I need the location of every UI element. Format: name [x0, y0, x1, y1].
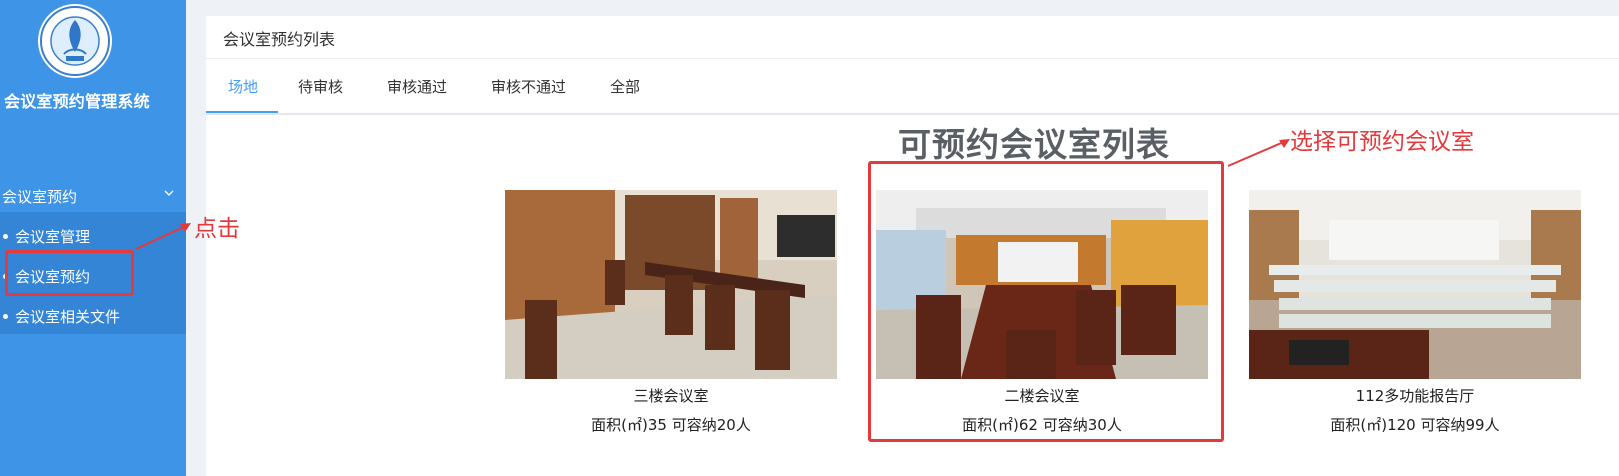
room-card[interactable]: 112多功能报告厅 面积(㎡)120 可容纳99人 — [1249, 190, 1581, 435]
bullet-icon — [3, 314, 8, 319]
tab-all[interactable]: 全部 — [610, 59, 640, 115]
room-meta: 面积(㎡)35 可容纳20人 — [591, 416, 751, 434]
room-name: 112多功能报告厅 — [1355, 387, 1475, 405]
tab-bar: 场地 待审核 审核通过 审核不通过 全部 — [206, 59, 1619, 115]
system-title: 会议室预约管理系统 — [4, 92, 150, 111]
tab-rejected[interactable]: 审核不通过 — [491, 59, 566, 115]
room-photo[interactable] — [1249, 190, 1581, 379]
tab-venue[interactable]: 场地 — [228, 59, 258, 115]
annotation-highlight-room — [868, 161, 1224, 442]
room-meta: 面积(㎡)120 可容纳99人 — [1330, 416, 1500, 434]
list-heading: 可预约会议室列表 — [898, 125, 1170, 164]
annotation-highlight-sidebar — [5, 250, 134, 296]
annotation-select-note: 选择可预约会议室 — [1290, 129, 1474, 155]
room-card[interactable]: 三楼会议室 面积(㎡)35 可容纳20人 — [505, 190, 837, 435]
room-photo[interactable] — [505, 190, 837, 379]
menu-group-label: 会议室预约 — [2, 187, 78, 206]
tab-pending[interactable]: 待审核 — [298, 59, 343, 115]
page-title: 会议室预约列表 — [223, 30, 336, 49]
university-seal-logo — [38, 4, 112, 78]
room-name: 三楼会议室 — [633, 387, 709, 405]
active-tab-indicator — [206, 111, 278, 113]
annotation-click-note: 点击 — [194, 216, 240, 242]
bullet-icon — [3, 234, 8, 239]
tab-approved[interactable]: 审核通过 — [387, 59, 447, 115]
sidebar-item-label: 会议室相关文件 — [15, 307, 121, 326]
sidebar-item-label: 会议室管理 — [15, 227, 91, 246]
chevron-down-icon — [164, 190, 174, 196]
sidebar: 会议室预约管理系统 会议室预约 会议室管理 会议室预约 会议室相关文件 — [0, 0, 186, 476]
sidebar-item-room-files[interactable]: 会议室相关文件 — [0, 296, 186, 336]
